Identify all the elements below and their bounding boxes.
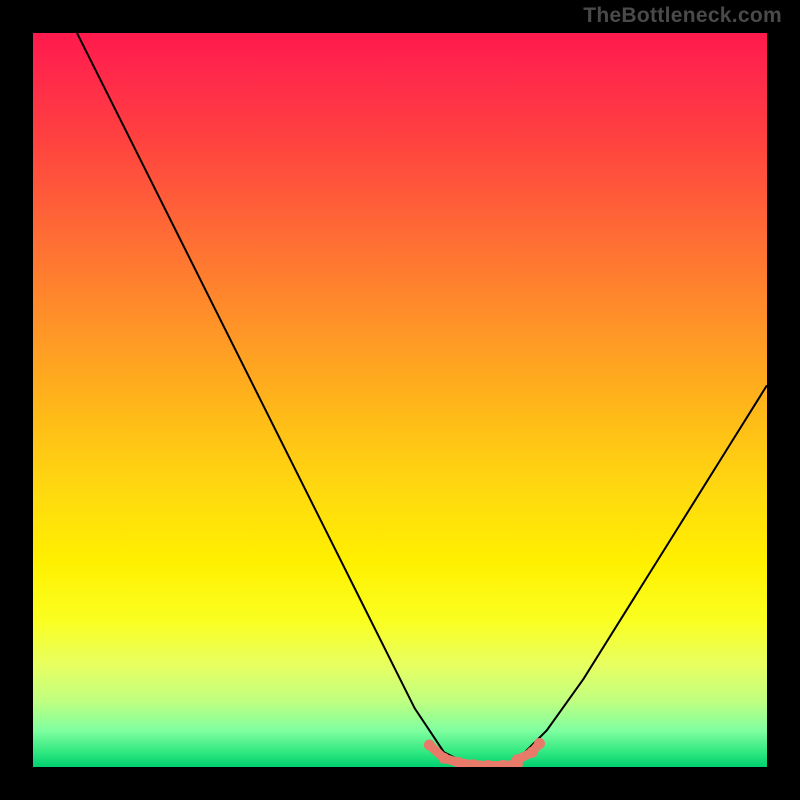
watermark-text: TheBottleneck.com xyxy=(583,4,782,28)
chart-gradient-background xyxy=(33,33,767,767)
chart-plot-area xyxy=(33,33,767,767)
